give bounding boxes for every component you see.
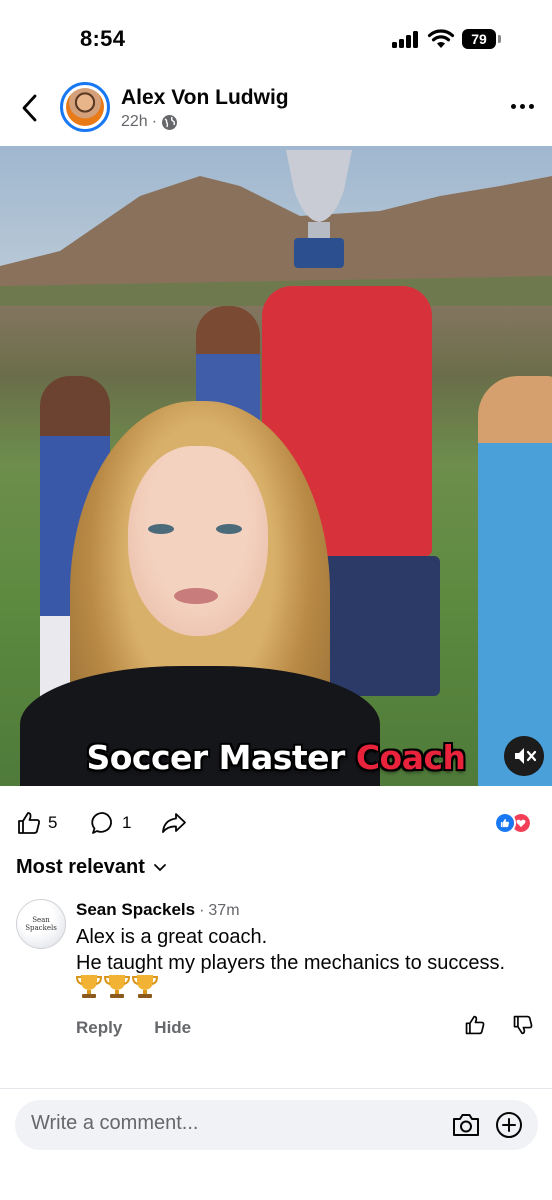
wifi-icon xyxy=(427,29,455,48)
sort-label: Most relevant xyxy=(16,856,145,878)
trophy-figure xyxy=(286,150,352,268)
like-count: 5 xyxy=(48,813,58,832)
comment-input[interactable] xyxy=(31,1112,431,1135)
avatar-photo xyxy=(66,88,104,126)
meta-separator: · xyxy=(151,113,158,130)
reply-button[interactable]: Reply xyxy=(76,1018,122,1038)
mountain-background xyxy=(0,176,552,306)
post-actions: 5 1 xyxy=(0,802,552,842)
caption-main: Soccer Master xyxy=(86,738,345,777)
comment-sort-dropdown[interactable]: Most relevant xyxy=(16,856,167,879)
post-header: Alex Von Ludwig 22h · xyxy=(0,80,552,146)
trophy-icon xyxy=(132,975,158,998)
commenter-avatar[interactable]: Sean Spackels xyxy=(16,899,66,949)
avatar-label: Sean Spackels xyxy=(25,916,57,932)
composer-divider xyxy=(0,1088,552,1089)
share-icon xyxy=(162,813,186,833)
add-attachment-icon[interactable] xyxy=(495,1111,523,1139)
player-figure xyxy=(478,376,552,786)
mute-icon[interactable] xyxy=(504,736,544,776)
comment-button[interactable]: 1 xyxy=(90,810,131,836)
comment-actions: Reply Hide xyxy=(76,1018,191,1038)
comment-text-line: Alex is a great coach. xyxy=(76,926,268,948)
camera-icon[interactable] xyxy=(451,1111,481,1139)
like-button[interactable]: 5 xyxy=(16,810,57,836)
hide-button[interactable]: Hide xyxy=(154,1018,191,1038)
post-age[interactable]: 22h xyxy=(121,113,148,131)
chevron-down-icon xyxy=(154,863,166,871)
comment-votes xyxy=(464,1014,534,1036)
thumbs-up-icon xyxy=(18,812,40,834)
back-arrow-icon[interactable] xyxy=(14,90,46,126)
status-time: 8:54 xyxy=(80,26,126,51)
comment-time-separator: · xyxy=(199,902,205,919)
comment-emojis xyxy=(76,972,158,1000)
presenter-eye xyxy=(148,524,174,534)
status-bar: 8:54 79 xyxy=(0,0,552,80)
comment-count: 1 xyxy=(122,813,132,832)
upvote-thumbs-up-icon[interactable] xyxy=(464,1014,486,1036)
downvote-thumbs-down-icon[interactable] xyxy=(512,1014,534,1036)
post-video[interactable]: Soccer Master Coach xyxy=(0,146,552,786)
like-reaction-icon xyxy=(494,812,516,834)
share-button[interactable] xyxy=(160,810,188,836)
battery-level: 79 xyxy=(462,29,496,49)
video-caption: Soccer Master Coach xyxy=(0,738,552,777)
presenter-lips xyxy=(174,588,218,604)
commenter-name[interactable]: Sean Spackels xyxy=(76,900,195,920)
cellular-signal-icon xyxy=(392,30,420,48)
more-options-icon[interactable] xyxy=(511,104,534,109)
coach-shorts xyxy=(322,556,440,696)
comment-icon xyxy=(91,812,112,834)
trophy-icon xyxy=(104,975,130,998)
trophy-icon xyxy=(76,975,102,998)
presenter-face xyxy=(128,446,268,636)
author-avatar[interactable] xyxy=(60,82,110,132)
battery-icon: 79 xyxy=(462,29,502,49)
author-name[interactable]: Alex Von Ludwig xyxy=(121,86,289,110)
comment-time: 37m xyxy=(208,902,240,919)
post-meta: 22h · xyxy=(121,113,178,131)
presenter-eye xyxy=(216,524,242,534)
comment-header: Sean Spackels · 37m xyxy=(76,900,240,920)
reaction-summary[interactable] xyxy=(494,812,538,836)
comment-composer xyxy=(15,1100,538,1150)
globe-icon xyxy=(162,114,178,130)
caption-accent: Coach xyxy=(355,738,466,777)
